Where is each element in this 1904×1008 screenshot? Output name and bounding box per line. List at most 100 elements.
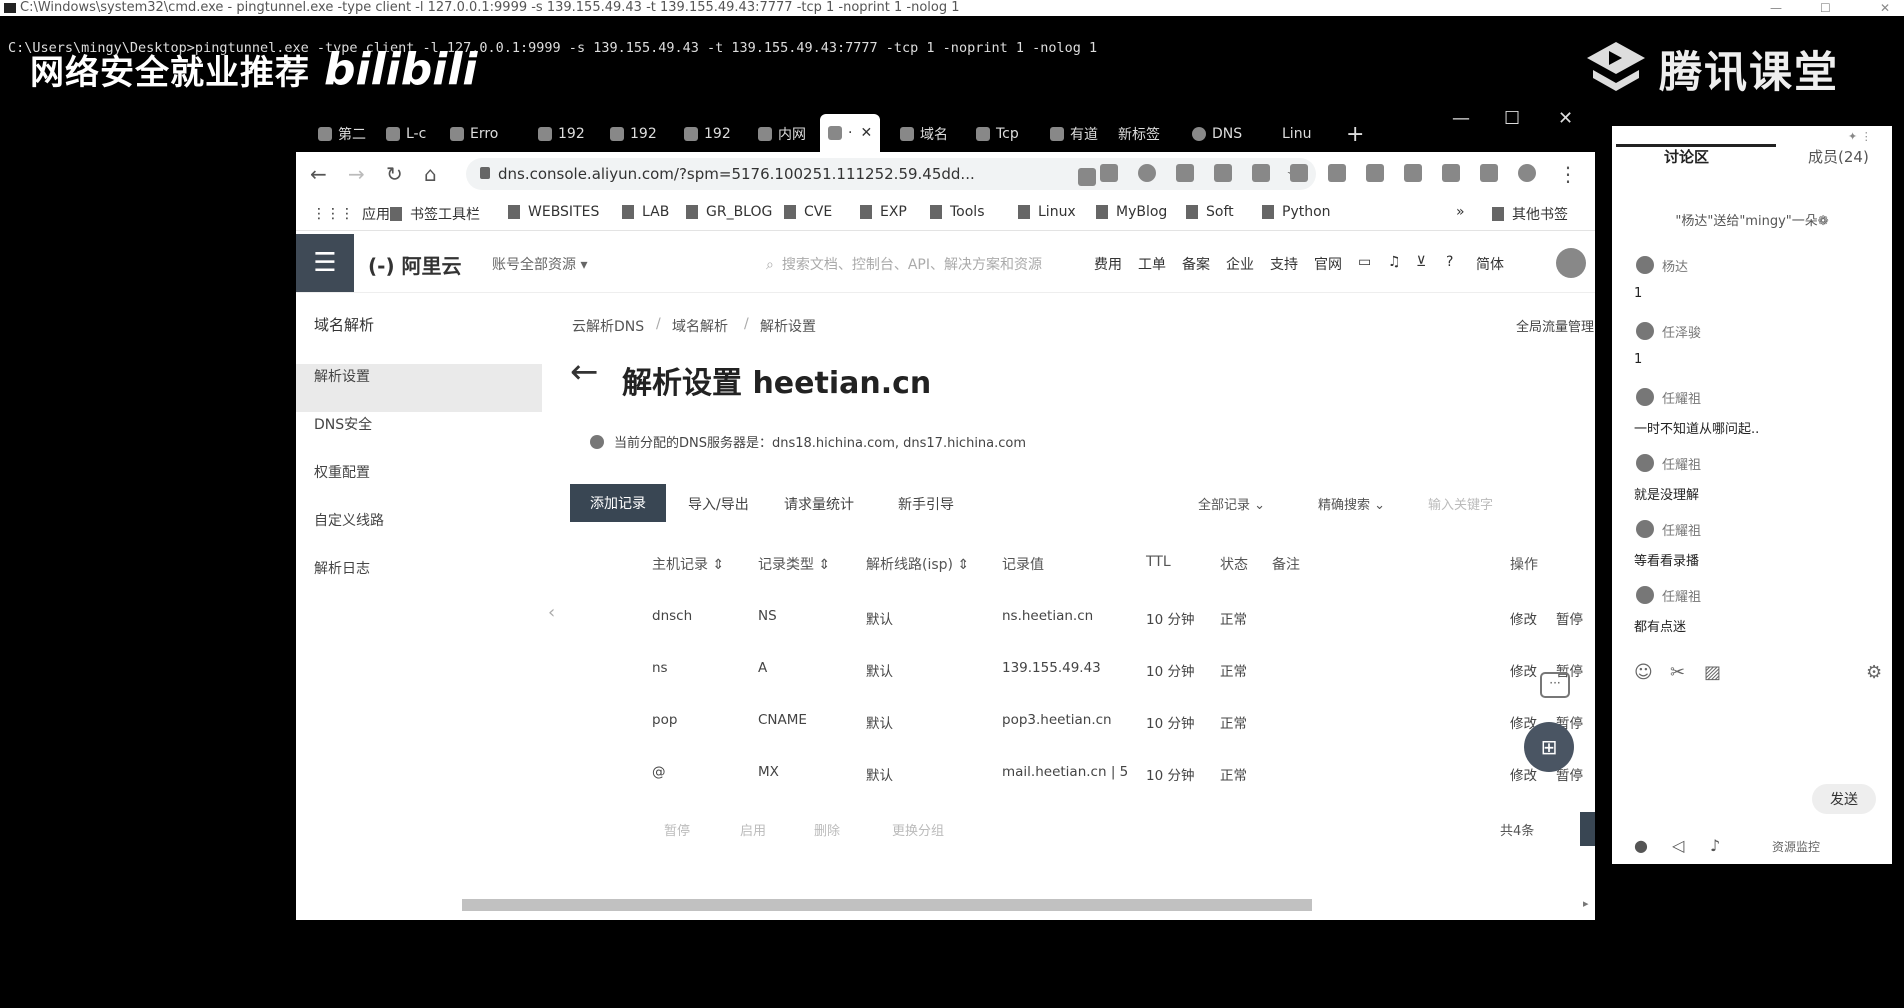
feedback-chat-icon[interactable]: ··· — [1540, 672, 1570, 698]
browser-tab[interactable]: Erro — [450, 120, 498, 148]
browser-menu-icon[interactable]: ⋮ — [1558, 162, 1578, 186]
bookmark-folder[interactable]: Tools — [930, 204, 985, 220]
col-host[interactable]: 主机记录 ⇕ — [652, 554, 724, 574]
back-icon[interactable]: ← — [310, 162, 327, 186]
bookmark-folder[interactable]: Linux — [1018, 204, 1076, 220]
topnav-item[interactable]: 费用 — [1094, 254, 1122, 274]
browser-tab[interactable]: Linu — [1282, 120, 1311, 148]
pause-link[interactable]: 暂停 — [1556, 608, 1583, 628]
pin-icon[interactable]: ✦ ⋮ — [1848, 130, 1872, 143]
other-bookmarks[interactable]: 其他书签 — [1492, 204, 1568, 224]
new-tab-button[interactable]: + — [1346, 120, 1364, 148]
pager-next-button[interactable] — [1580, 812, 1595, 846]
language-switch[interactable]: 简体 — [1476, 254, 1504, 274]
sidebar-item-resolve-log[interactable]: 解析日志 — [314, 558, 370, 578]
aliyun-logo[interactable]: (-) 阿里云 — [368, 250, 462, 279]
bookmark-folder[interactable]: WEBSITES — [508, 204, 599, 220]
topnav-item[interactable]: 备案 — [1182, 254, 1210, 274]
bookmark-folder[interactable]: LAB — [622, 204, 669, 220]
keyword-input[interactable]: 输入关键字 — [1428, 494, 1493, 513]
extension-icon[interactable] — [1214, 164, 1232, 182]
home-icon[interactable]: ⌂ — [424, 162, 437, 186]
cmd-close-button[interactable]: ✕ — [1880, 0, 1890, 16]
settings-icon[interactable]: ⚙ — [1866, 662, 1882, 683]
import-export-button[interactable]: 导入/导出 — [688, 494, 749, 514]
browser-tab[interactable]: 域名 — [900, 120, 948, 148]
bulk-change-group-button[interactable]: 更换分组 — [892, 820, 944, 839]
browser-tab[interactable]: 有道 — [1050, 120, 1098, 148]
browser-tab[interactable]: 内网 — [758, 120, 806, 148]
account-resources-dropdown[interactable]: 账号全部资源 ▾ — [492, 254, 587, 274]
edit-link[interactable]: 修改 — [1510, 764, 1537, 784]
browser-tab[interactable]: 192 — [610, 120, 657, 148]
edit-link[interactable]: 修改 — [1510, 608, 1537, 628]
speaker-icon[interactable]: ◁ — [1672, 836, 1684, 855]
help-icon[interactable]: ? — [1446, 254, 1453, 270]
col-type[interactable]: 记录类型 ⇕ — [758, 554, 830, 574]
browser-tab[interactable]: 192 — [684, 120, 731, 148]
scroll-right-icon[interactable]: ▸ — [1583, 897, 1589, 910]
topnav-item[interactable]: 工单 — [1138, 254, 1166, 274]
browser-tab[interactable]: 新标签 — [1118, 120, 1160, 148]
topnav-item[interactable]: 支持 — [1270, 254, 1298, 274]
tab-members[interactable]: 成员(24) — [1808, 146, 1869, 167]
browser-minimize-button[interactable]: — — [1452, 108, 1470, 129]
breadcrumb-item[interactable]: 云解析DNS — [572, 316, 644, 336]
sidebar-item-weight-config[interactable]: 权重配置 — [314, 462, 370, 482]
profile-icon[interactable] — [1518, 164, 1536, 182]
search-mode-select[interactable]: 精确搜索 ⌄ — [1318, 494, 1385, 513]
horizontal-scrollbar[interactable] — [462, 899, 1312, 911]
sidebar-item-custom-line[interactable]: 自定义线路 — [314, 510, 384, 530]
bookmark-folder[interactable]: Python — [1262, 204, 1331, 220]
topnav-item[interactable]: 官网 — [1314, 254, 1342, 274]
browser-tab[interactable]: DNS — [1192, 120, 1242, 148]
extension-icon[interactable] — [1404, 164, 1422, 182]
beginner-guide-button[interactable]: 新手引导 — [898, 494, 954, 514]
scissors-icon[interactable]: ✂ — [1670, 662, 1685, 683]
bulk-delete-button[interactable]: 删除 — [814, 820, 840, 839]
forward-icon[interactable]: → — [348, 162, 365, 186]
send-button[interactable]: 发送 — [1812, 784, 1876, 814]
bookmark-folder[interactable]: GR_BLOG — [686, 204, 772, 220]
floating-apps-icon[interactable]: ⊞ — [1524, 722, 1574, 772]
bookmarks-more-button[interactable]: » — [1456, 204, 1465, 220]
hamburger-menu-icon[interactable]: ☰ — [296, 234, 354, 292]
extension-icon[interactable] — [1442, 164, 1460, 182]
topnav-item[interactable]: 企业 — [1226, 254, 1254, 274]
edit-link[interactable]: 修改 — [1510, 660, 1537, 680]
tab-discussion[interactable]: 讨论区 — [1664, 146, 1709, 167]
bookmark-folder[interactable]: MyBlog — [1096, 204, 1167, 220]
browser-maximize-button[interactable]: ☐ — [1504, 108, 1520, 129]
extension-icon[interactable] — [1138, 164, 1156, 182]
emoji-icon[interactable]: ☺ — [1634, 662, 1653, 683]
avatar[interactable] — [1556, 248, 1586, 278]
collapse-sidebar-icon[interactable]: ‹ — [548, 602, 555, 623]
extension-icon[interactable] — [1078, 168, 1096, 186]
terminal-icon[interactable]: ▭ — [1358, 254, 1371, 270]
bookmark-folder[interactable]: 书签工具栏 — [390, 204, 480, 224]
global-traffic-link[interactable]: 全局流量管理 — [1516, 316, 1594, 335]
bulk-pause-button[interactable]: 暂停 — [664, 820, 690, 839]
breadcrumb-item[interactable]: 域名解析 — [672, 316, 728, 336]
resource-monitor-link[interactable]: 资源监控 — [1772, 838, 1820, 855]
extension-icon[interactable] — [1252, 164, 1270, 182]
extension-icon[interactable] — [1176, 164, 1194, 182]
microphone-icon[interactable]: ● — [1634, 836, 1648, 855]
close-tab-icon[interactable]: ✕ — [860, 125, 872, 141]
extension-icon[interactable] — [1366, 164, 1384, 182]
cmd-minimize-button[interactable]: — — [1770, 0, 1782, 16]
record-filter-select[interactable]: 全部记录 ⌄ — [1198, 494, 1265, 513]
reload-icon[interactable]: ↻ — [386, 162, 403, 186]
browser-tab[interactable]: 192 — [538, 120, 585, 148]
bookmark-folder[interactable]: Soft — [1186, 204, 1234, 220]
bell-icon[interactable]: ♫ — [1388, 254, 1401, 270]
sidebar-item-dns-security[interactable]: DNS安全 — [314, 414, 372, 434]
extension-icon[interactable] — [1328, 164, 1346, 182]
bulk-enable-button[interactable]: 启用 — [740, 820, 766, 839]
browser-tab[interactable]: L-c — [386, 120, 426, 148]
mute-icon[interactable]: ♪ — [1710, 836, 1720, 855]
col-line[interactable]: 解析线路(isp) ⇕ — [866, 554, 969, 574]
browser-tab[interactable]: Tcp — [976, 120, 1019, 148]
browser-tab[interactable]: 第二 — [318, 120, 366, 148]
extension-icon[interactable] — [1290, 164, 1308, 182]
